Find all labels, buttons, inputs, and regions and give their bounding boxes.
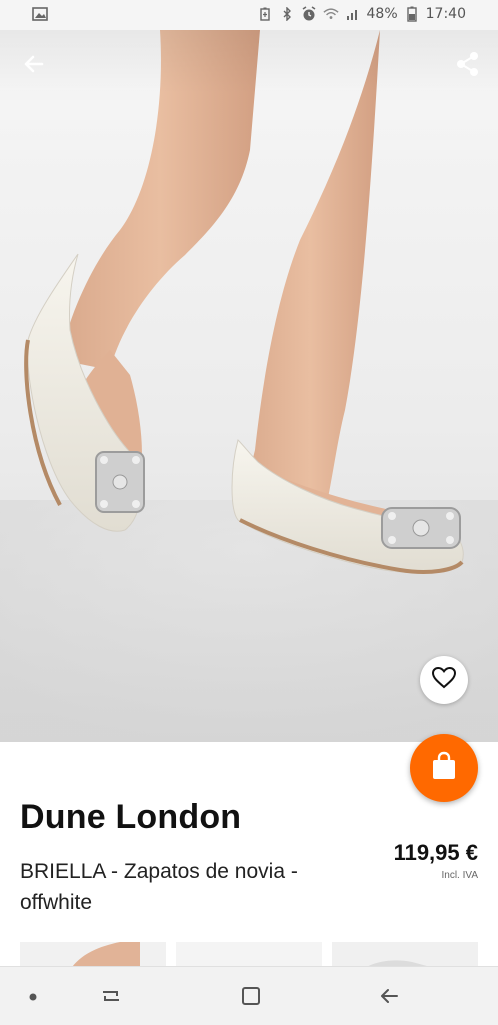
wifi-icon bbox=[322, 6, 339, 22]
product-image[interactable] bbox=[0, 30, 498, 742]
product-name: BRIELLA - Zapatos de novia - offwhite bbox=[20, 860, 298, 914]
shopping-bag-icon bbox=[430, 751, 458, 786]
product-photo bbox=[0, 30, 498, 742]
image-icon bbox=[32, 6, 48, 22]
bluetooth-icon bbox=[279, 6, 295, 22]
dot-icon bbox=[28, 989, 38, 1007]
signal-icon bbox=[345, 6, 361, 22]
share-icon bbox=[452, 52, 484, 84]
front-shoe-brooch bbox=[381, 507, 461, 549]
battery-percent: 48% bbox=[366, 6, 398, 22]
home-button[interactable] bbox=[236, 983, 266, 1013]
image-toolbar bbox=[0, 30, 498, 94]
dot-button[interactable] bbox=[18, 983, 48, 1013]
recent-apps-button[interactable] bbox=[96, 983, 126, 1013]
add-to-bag-button[interactable] bbox=[410, 734, 478, 802]
recent-apps-icon bbox=[99, 984, 123, 1013]
status-bar-right: 48% 17:40 bbox=[257, 6, 466, 22]
system-back-button[interactable] bbox=[374, 983, 404, 1013]
system-nav-bar bbox=[0, 966, 498, 1025]
arrow-left-icon bbox=[18, 55, 50, 84]
share-button[interactable] bbox=[452, 48, 484, 80]
heart-outline-icon bbox=[431, 666, 457, 695]
status-bar-left bbox=[32, 6, 48, 25]
clock: 17:40 bbox=[425, 6, 466, 22]
battery-icon bbox=[404, 6, 420, 22]
product-price: 119,95 € bbox=[393, 840, 478, 865]
battery-saver-icon bbox=[257, 6, 273, 22]
alarm-icon bbox=[301, 6, 317, 22]
product-brand[interactable]: Dune London bbox=[20, 798, 241, 837]
status-bar: 48% 17:40 bbox=[0, 0, 498, 30]
wishlist-button[interactable] bbox=[420, 656, 468, 704]
back-shoe-brooch bbox=[95, 451, 145, 513]
vat-note: Incl. IVA bbox=[441, 870, 479, 881]
back-icon bbox=[377, 984, 401, 1013]
home-icon bbox=[239, 984, 263, 1013]
back-button[interactable] bbox=[18, 48, 50, 80]
